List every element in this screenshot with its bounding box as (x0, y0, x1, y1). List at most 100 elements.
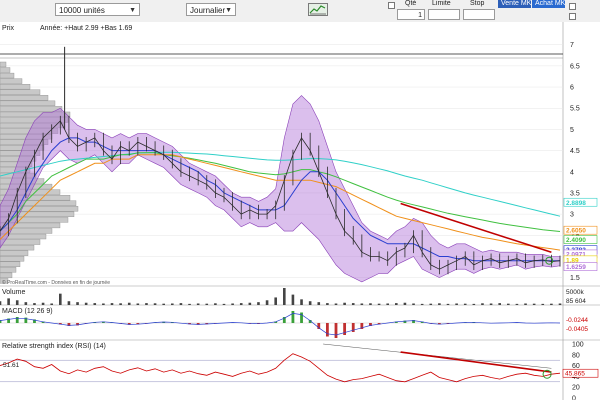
volume-bar (68, 301, 71, 305)
stop-input[interactable] (463, 9, 495, 20)
order-checkbox[interactable] (388, 2, 395, 9)
volume-bar (490, 303, 493, 305)
price-tick-label: 5 (570, 127, 574, 134)
volume-profile-bar (0, 245, 34, 250)
price-tick-label: 4 (570, 169, 574, 176)
qty-input[interactable]: 1 (397, 9, 425, 20)
volume-bar (154, 303, 157, 305)
volume-bar (481, 303, 484, 305)
volume-bar (292, 295, 295, 305)
rsi-panel-title: Relative strength index (RSI) (14) (2, 343, 106, 350)
option-checkbox-1[interactable] (569, 3, 576, 10)
volume-bar (188, 304, 191, 305)
volume-bar (7, 298, 10, 305)
volume-bar (249, 303, 252, 305)
option-checkbox-2[interactable] (569, 13, 576, 20)
volume-bar (386, 303, 389, 305)
volume-bar (197, 303, 200, 305)
price-tick-label: 6.5 (570, 63, 580, 70)
volume-bar (378, 304, 381, 305)
price-panel-header: Année: +Haut 2.99 +Bas 1.69 (40, 25, 132, 32)
volume-bar (85, 303, 88, 305)
price-right-label: 2.4090 (566, 237, 586, 244)
price-tick-label: 3.5 (570, 190, 580, 197)
rsi-tick-label: 80 (572, 352, 580, 359)
volume-profile-bar (0, 267, 16, 272)
macd-panel-title: MACD (12 26 9) (2, 308, 53, 315)
volume-bar (343, 303, 346, 305)
toolbar: 10000 unités ▼ Journalier ▼ Qté 1 Limite… (0, 0, 600, 23)
volume-bar (162, 304, 165, 305)
volume-bar (257, 302, 260, 305)
volume-bar (317, 302, 320, 305)
volume-bar (42, 303, 45, 305)
volume-profile-bar (0, 73, 14, 78)
volume-bar (102, 303, 105, 305)
volume-bar (50, 303, 53, 305)
price-right-label: 2.6050 (566, 228, 586, 235)
volume-bar (550, 304, 553, 305)
volume-right-label-1: 5000k (566, 289, 584, 296)
volume-profile-bar (0, 240, 40, 245)
sell-market-button[interactable]: Vente MKT (498, 0, 531, 8)
qty-label: Qté (405, 0, 416, 7)
volume-bar (352, 303, 355, 305)
volume-bar (498, 303, 501, 305)
rsi-left-label: 51.61 (3, 362, 20, 369)
volume-bar (137, 303, 140, 305)
macd-histogram-bar (292, 311, 295, 323)
volume-bar (59, 294, 62, 305)
limit-input[interactable] (428, 9, 460, 20)
buy-market-button[interactable]: Achat MKT (532, 0, 565, 8)
volume-bar (421, 304, 424, 305)
limit-label: Limite (432, 0, 451, 7)
chart-type-icon[interactable] (308, 3, 328, 16)
watermark: © ProRealTime.com - Données en fin de jo… (2, 279, 110, 286)
volume-bar (128, 303, 131, 305)
volume-bar (205, 304, 208, 305)
volume-bar (76, 302, 79, 305)
stop-label: Stop (470, 0, 484, 7)
price-right-label: 1.6259 (566, 264, 586, 271)
period-select[interactable]: Journalier ▼ (186, 3, 236, 16)
volume-bar (516, 304, 519, 305)
price-tick-label: 5.5 (570, 106, 580, 113)
rsi-tick-label: 20 (572, 385, 580, 392)
volume-bar (93, 303, 96, 305)
quantity-select-label: 10000 unités (59, 6, 105, 15)
volume-bar (447, 304, 450, 305)
chart-svg[interactable]: 76.565.554.543.532.521.52.88982.60502.40… (0, 22, 600, 400)
volume-bar (404, 303, 407, 305)
quantity-select[interactable]: 10000 unités ▼ (55, 3, 140, 16)
volume-profile-bar (0, 273, 12, 278)
volume-bar (438, 303, 441, 305)
volume-profile-bar (0, 262, 20, 267)
volume-bar (180, 303, 183, 305)
volume-bar (369, 303, 372, 305)
volume-panel-title: Volume (2, 289, 25, 296)
volume-bar (533, 304, 536, 305)
volume-profile-bar (0, 84, 30, 89)
volume-profile-bar (0, 62, 6, 67)
rsi-tick-label: 0 (572, 396, 576, 401)
volume-bar (455, 303, 458, 305)
volume-bar (214, 303, 217, 305)
chart-frame: 76.565.554.543.532.521.52.88982.60502.40… (0, 22, 600, 400)
price-tick-label: 1.5 (570, 275, 580, 282)
volume-bar (473, 304, 476, 305)
volume-profile-bar (0, 101, 55, 106)
price-right-label: 2.8898 (566, 200, 586, 207)
volume-bar (25, 302, 28, 305)
volume-bar (171, 303, 174, 305)
volume-bar (300, 299, 303, 305)
volume-profile-bar (0, 79, 22, 84)
volume-bar (361, 303, 364, 305)
volume-bar (464, 304, 467, 305)
macd-histogram-bar (300, 313, 303, 324)
price-tick-label: 6 (570, 85, 574, 92)
price-tick-label: 4.5 (570, 148, 580, 155)
volume-bar (111, 303, 114, 305)
macd-right-label-2: -0.0405 (566, 326, 588, 333)
volume-bar (16, 300, 19, 305)
macd-right-label-1: -0.0244 (566, 317, 588, 324)
